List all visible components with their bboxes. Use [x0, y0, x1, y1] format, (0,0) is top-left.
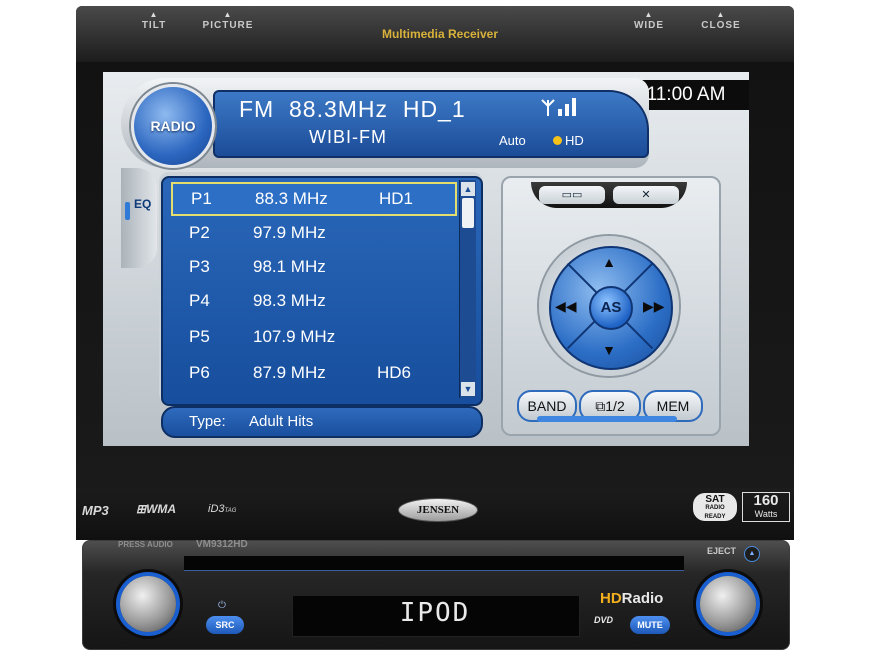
src-button[interactable]: SRC: [206, 616, 244, 634]
preset-item[interactable]: P5 107.9 MHz: [171, 322, 453, 352]
wide-button[interactable]: ▲ WIDE: [626, 10, 672, 31]
frequency-label: 88.3MHz: [289, 96, 389, 122]
next-icon[interactable]: ▶▶: [643, 296, 665, 316]
preset-item[interactable]: P2 97.9 MHz: [171, 218, 453, 248]
tilt-button[interactable]: ▲ TILT: [134, 10, 174, 31]
radio-source-button[interactable]: RADIO: [131, 84, 215, 168]
hd-indicator-icon: [553, 136, 562, 145]
preset-item[interactable]: P3 98.1 MHz: [171, 252, 453, 282]
hd-channel-label: HD_1: [402, 96, 466, 122]
preset-list: P1 88.3 MHz HD1 P2 97.9 MHz P3 98.1 MHz …: [161, 176, 483, 406]
device-title: Multimedia Receiver: [381, 27, 499, 41]
close-up-icon: ▲: [716, 10, 726, 19]
volume-knob[interactable]: [120, 576, 176, 632]
hd-indicator-label: HD: [565, 133, 584, 148]
seek-down-icon[interactable]: ▼: [599, 340, 619, 360]
eject-icon[interactable]: ▲: [744, 546, 760, 562]
press-audio-label: PRESS AUDIO: [118, 540, 173, 549]
band-label: FM: [239, 96, 275, 122]
preset-scrollbar[interactable]: ▲ ▼: [459, 180, 476, 398]
picture-button[interactable]: ▲ PICTURE: [198, 10, 258, 31]
mp3-logo: MP3: [82, 503, 109, 518]
program-type-label: Type:: [189, 413, 226, 430]
id3-logo: iD3TAG: [208, 503, 237, 515]
eject-label: EJECT: [707, 546, 737, 556]
tune-knob[interactable]: [700, 576, 756, 632]
program-type-value: Adult Hits: [249, 413, 314, 430]
pad-top-tabs: ▭▭ ✕: [531, 182, 687, 208]
preset-item[interactable]: P6 87.9 MHz HD6: [171, 358, 453, 388]
picture-up-icon: ▲: [223, 10, 233, 19]
model-label: VM9312HD: [196, 539, 248, 550]
keypad-icon[interactable]: ▭▭: [539, 186, 605, 204]
eq-label: EQ: [134, 197, 152, 211]
power-rating-badge: 160 Watts: [742, 492, 790, 522]
station-name: WIBI-FM: [309, 127, 387, 147]
seek-up-icon[interactable]: ▲: [599, 252, 619, 272]
pad-underline: [537, 416, 677, 422]
wma-logo: ⊞WMA: [136, 502, 177, 516]
frequency-line: FM 88.3MHz HD_1: [239, 96, 466, 123]
hd-radio-logo: HDRadio: [600, 590, 664, 607]
copy-icon: ⧉: [595, 398, 606, 414]
eq-tab-marker: [125, 202, 130, 220]
wide-up-icon: ▲: [644, 10, 654, 19]
disc-slot: [184, 556, 684, 571]
auto-store-button[interactable]: AS: [589, 286, 633, 330]
program-type-bar: Type: Adult Hits: [161, 406, 483, 438]
scroll-down-icon[interactable]: ▼: [461, 382, 475, 396]
mute-button[interactable]: MUTE: [630, 616, 670, 634]
brand-logo: JENSEN: [398, 498, 478, 522]
tuning-mode: Auto: [499, 133, 526, 148]
scroll-thumb[interactable]: [462, 198, 474, 228]
settings-tools-icon[interactable]: ✕: [613, 186, 679, 204]
wma-icon: ⊞: [136, 502, 147, 516]
previous-icon[interactable]: ◀◀: [555, 296, 577, 316]
close-button[interactable]: ▲ CLOSE: [696, 10, 746, 31]
preset-item[interactable]: P4 98.3 MHz: [171, 286, 453, 316]
scroll-up-icon[interactable]: ▲: [461, 182, 475, 196]
signal-strength-icon: [541, 98, 576, 116]
tilt-up-icon: ▲: [149, 10, 159, 19]
sat-radio-ready-badge: SAT RADIO READY: [693, 493, 737, 521]
power-icon: ⏻: [218, 600, 226, 611]
preset-item[interactable]: P1 88.3 MHz HD1: [171, 182, 457, 216]
touch-screen: 11:00 AM RADIO FM 88.3MHz HD_1 WIBI-FM A…: [103, 72, 749, 446]
faceplate-display-text: IPOD: [399, 598, 471, 628]
dvd-logo: DVD: [594, 615, 614, 625]
